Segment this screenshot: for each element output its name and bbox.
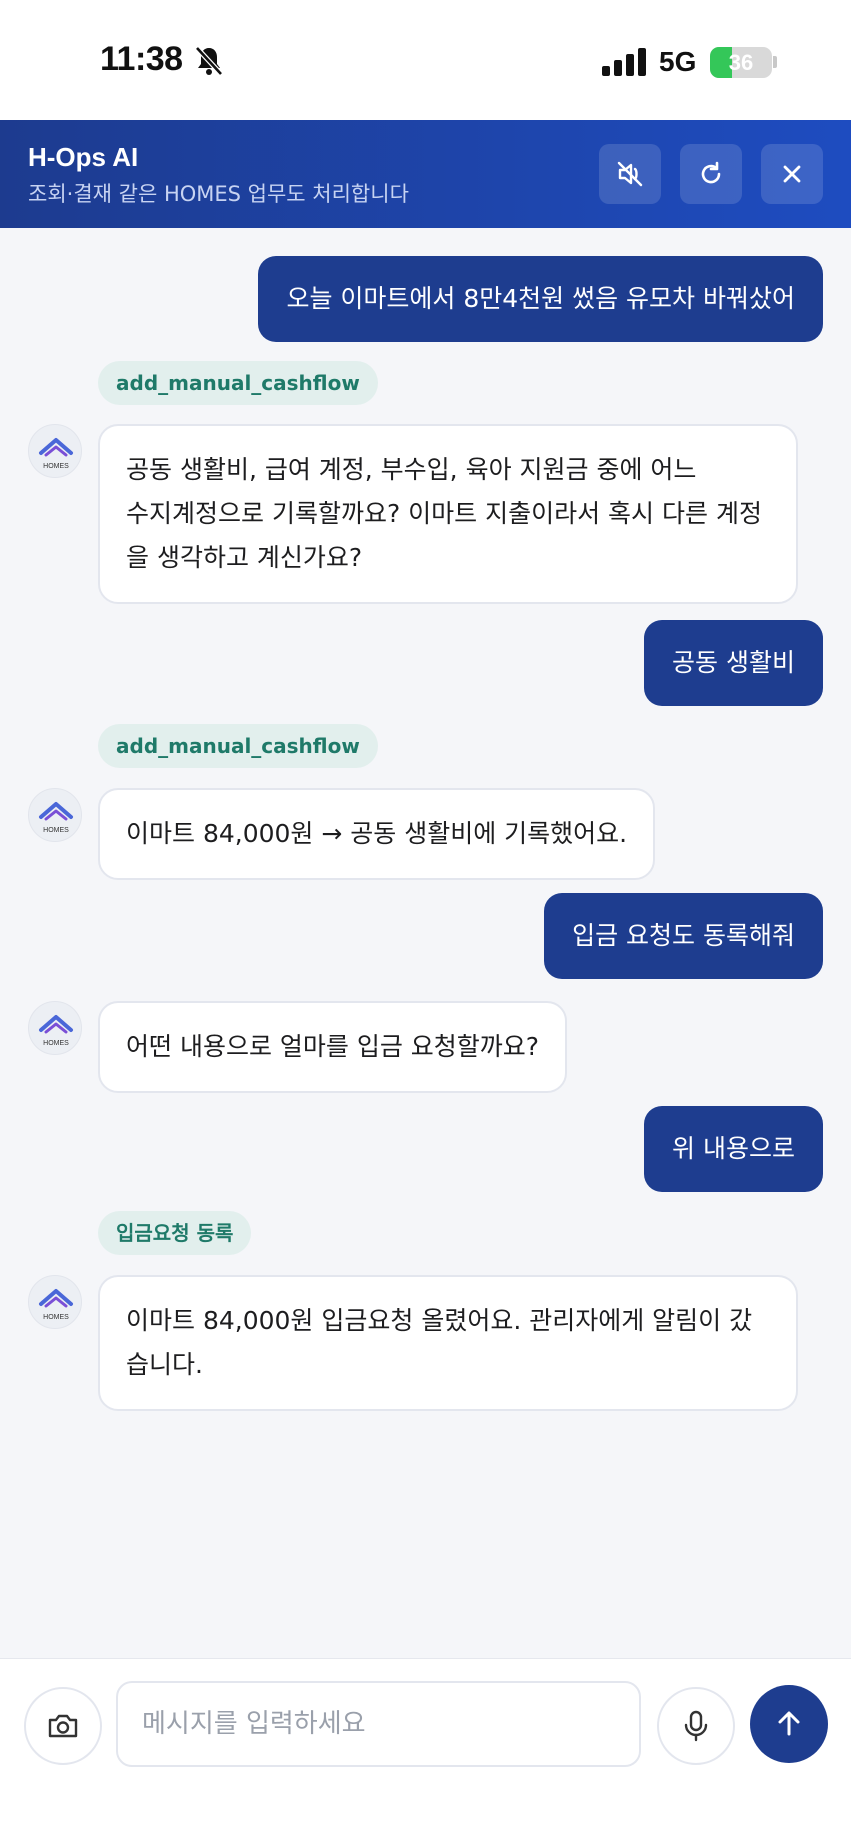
chat-thread[interactable]: 오늘 이마트에서 8만4천원 썼음 유모차 바꿔샀어 add_manual_ca…	[0, 228, 851, 1658]
bot-avatar: HOMES	[28, 1001, 82, 1055]
homes-logo-icon: HOMES	[39, 1289, 73, 1321]
tool-call-chip: add_manual_cashflow	[98, 724, 378, 768]
battery-cap	[773, 56, 777, 68]
user-message: 위 내용으로	[644, 1106, 823, 1192]
bot-message-line: 이마트 84,000원 입금요청 올렸어요. 관리자에게 알림이 갔	[126, 1306, 753, 1335]
user-message: 공동 생활비	[644, 620, 823, 706]
bot-message: 이마트 84,000원 입금요청 올렸어요. 관리자에게 알림이 갔 습니다.	[98, 1275, 798, 1411]
arrow-up-icon	[778, 1711, 800, 1736]
homes-logo-icon: HOMES	[39, 1015, 73, 1047]
user-message: 오늘 이마트에서 8만4천원 썼음 유모차 바꿔샀어	[258, 256, 823, 342]
bot-message: 이마트 84,000원 → 공동 생활비에 기록했어요.	[98, 788, 656, 880]
bot-message-line: 공동 생활비, 급여 계정, 부수입, 육아 지원금 중에 어느	[126, 455, 697, 484]
speaker-muted-icon	[617, 161, 643, 187]
signal-icon	[602, 48, 646, 76]
camera-button[interactable]	[24, 1687, 102, 1765]
close-button[interactable]	[761, 144, 823, 204]
user-message: 입금 요청도 동록해줘	[544, 893, 823, 979]
svg-text:HOMES: HOMES	[43, 1040, 69, 1047]
chat-header: H-Ops AI 조회·결재 같은 HOMES 업무도 처리합니다	[0, 120, 851, 228]
message-input[interactable]	[116, 1681, 641, 1767]
bot-message: 어떤 내용으로 얼마를 입금 요청할까요?	[98, 1001, 568, 1093]
tool-call-chip: 입금요청 동록	[98, 1211, 252, 1255]
send-button[interactable]	[750, 1685, 828, 1763]
network-label: 5G	[659, 46, 697, 77]
svg-text:HOMES: HOMES	[43, 463, 69, 470]
bot-message-line: 이마트 84,000원 → 공동 생활비에 기록했어요.	[126, 819, 628, 848]
bot-message-line: 을 생각하고 계신가요?	[126, 543, 363, 572]
refresh-button[interactable]	[680, 144, 742, 204]
homes-logo-icon: HOMES	[39, 438, 73, 470]
bot-avatar: HOMES	[28, 788, 82, 842]
message-composer	[0, 1658, 851, 1848]
bot-message-line: 수지계정으로 기록할까요? 이마트 지출이라서 혹시 다른 계정	[126, 499, 762, 528]
mute-button[interactable]	[599, 144, 661, 204]
close-icon	[783, 165, 801, 183]
battery-percent: 36	[728, 50, 754, 75]
bot-avatar: HOMES	[28, 1275, 82, 1329]
refresh-icon	[701, 161, 721, 184]
bell-muted-icon	[195, 46, 223, 76]
camera-icon	[48, 1714, 78, 1738]
microphone-button[interactable]	[657, 1687, 735, 1765]
svg-text:HOMES: HOMES	[43, 1314, 69, 1321]
microphone-icon	[684, 1710, 708, 1742]
bot-message-line: 습니다.	[126, 1350, 203, 1379]
header-title: H-Ops AI	[28, 142, 139, 172]
status-time: 11:38	[100, 40, 183, 78]
header-subtitle: 조회·결재 같은 HOMES 업무도 처리합니다	[28, 182, 409, 206]
svg-text:HOMES: HOMES	[43, 827, 69, 834]
bot-message-line: 어떤 내용으로 얼마를 입금 요청할까요?	[126, 1032, 540, 1061]
tool-call-chip: add_manual_cashflow	[98, 361, 378, 405]
battery-indicator: 36	[710, 47, 772, 78]
homes-logo-icon: HOMES	[39, 802, 73, 834]
status-bar: 11:38 5G 36	[0, 0, 851, 120]
bot-message: 공동 생활비, 급여 계정, 부수입, 육아 지원금 중에 어느 수지계정으로 …	[98, 424, 798, 604]
bot-avatar: HOMES	[28, 424, 82, 478]
